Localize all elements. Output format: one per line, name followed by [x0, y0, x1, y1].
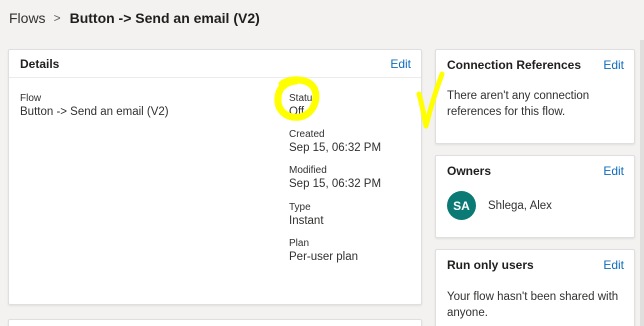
type-field: Type Instant — [289, 201, 324, 229]
plan-label: Plan — [289, 238, 310, 249]
created-field: Created Sep 15, 06:32 PM — [289, 128, 381, 156]
status-field: Status Off — [289, 92, 317, 120]
chevron-right-icon: > — [53, 11, 61, 25]
modified-value: Sep 15, 06:32 PM — [289, 178, 382, 190]
plan-value: Per-user plan — [289, 251, 359, 263]
flow-value: Button -> Send an email (V2) — [20, 106, 169, 118]
type-label: Type — [289, 202, 311, 213]
breadcrumb-flows-link[interactable]: Flows — [9, 10, 46, 26]
owner-name: Shlega, Alex — [488, 199, 552, 212]
details-card: Details Edit Flow Button -> Send an emai… — [8, 49, 422, 305]
run-only-users-header: Run only users Edit — [436, 250, 634, 280]
created-value: Sep 15, 06:32 PM — [289, 142, 382, 154]
connection-references-title: Connection References — [447, 58, 582, 72]
owners-card: Owners Edit SA Shlega, Alex — [435, 155, 635, 238]
connection-references-header: Connection References Edit — [436, 50, 634, 80]
details-title: Details — [20, 56, 60, 71]
connection-references-message: There aren't any connection references f… — [447, 90, 590, 118]
flow-field: Flow Button -> Send an email (V2) — [20, 92, 169, 120]
scrollbar[interactable] — [640, 40, 644, 326]
run-only-users-edit-button[interactable]: Edit — [603, 258, 624, 272]
status-label: Status — [289, 93, 318, 104]
details-header: Details Edit — [9, 50, 421, 78]
next-card — [8, 319, 422, 326]
details-edit-button[interactable]: Edit — [390, 57, 411, 71]
owners-title: Owners — [447, 164, 492, 178]
owners-edit-button[interactable]: Edit — [603, 164, 624, 178]
run-only-users-title: Run only users — [447, 258, 534, 272]
page-title: Button -> Send an email (V2) — [69, 10, 260, 26]
breadcrumb: Flows > Button -> Send an email (V2) — [9, 8, 260, 28]
owners-header: Owners Edit — [436, 156, 634, 186]
connection-references-edit-button[interactable]: Edit — [603, 58, 624, 72]
status-value: Off — [289, 106, 305, 118]
created-label: Created — [289, 129, 325, 140]
connection-references-card: Connection References Edit There aren't … — [435, 49, 635, 144]
type-value: Instant — [289, 215, 324, 227]
plan-field: Plan Per-user plan — [289, 237, 358, 265]
avatar: SA — [447, 191, 476, 220]
run-only-users-card: Run only users Edit Your flow hasn't bee… — [435, 249, 635, 326]
modified-field: Modified Sep 15, 06:32 PM — [289, 164, 381, 192]
owner-row: SA Shlega, Alex — [436, 186, 634, 220]
modified-label: Modified — [289, 165, 327, 176]
flow-label: Flow — [20, 93, 42, 104]
run-only-users-message: Your flow hasn't been shared with anyone… — [447, 291, 619, 319]
